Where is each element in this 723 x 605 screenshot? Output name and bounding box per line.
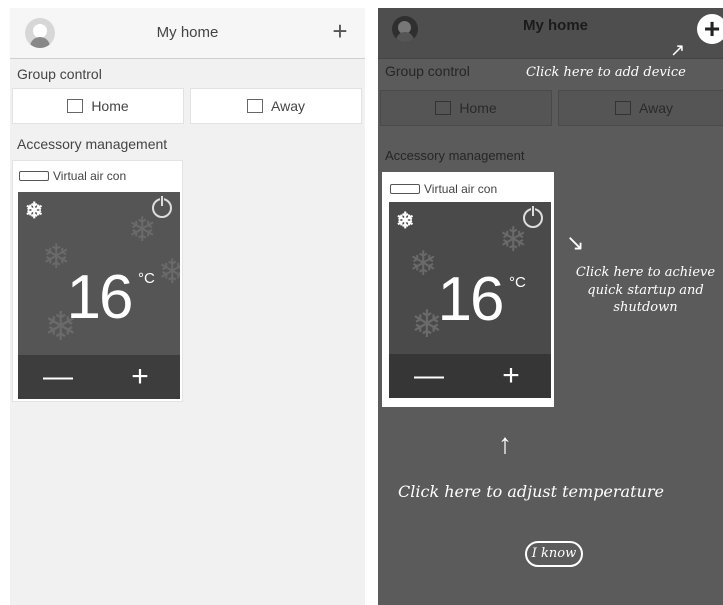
increase-temperature-button[interactable]: + xyxy=(120,355,160,399)
away-label: Away xyxy=(639,100,673,116)
device-card[interactable]: Virtual air con ❄ ❄ ❄ ❄ ❄ 16 °C — + xyxy=(12,160,183,402)
decrease-temperature-button[interactable]: — xyxy=(38,355,78,399)
home-icon xyxy=(67,99,84,113)
power-icon-bar xyxy=(161,196,163,206)
device-card[interactable]: Virtual air con ❄ ❄ ❄ ❄ 16 °C — + xyxy=(382,172,554,407)
guide-overlay-screen: My home + Group control Home Away Access… xyxy=(378,8,723,605)
group-control-label: Group control xyxy=(17,66,102,82)
home-button[interactable]: Home xyxy=(380,90,552,126)
plus-circle-icon[interactable]: + xyxy=(697,14,723,44)
power-hint-line: shutdown xyxy=(613,300,678,316)
home-icon xyxy=(435,101,452,115)
add-device-hint: Click here to add device xyxy=(526,65,686,80)
suitcase-icon xyxy=(615,101,631,115)
temperature-value: 16 xyxy=(437,265,505,334)
cooling-mode-icon[interactable]: ❄ xyxy=(25,198,43,224)
home-button[interactable]: Home xyxy=(12,88,184,124)
decrease-temperature-button[interactable]: — xyxy=(409,354,449,398)
device-control-area: ❄ ❄ ❄ ❄ 16 °C xyxy=(389,202,551,354)
device-name: Virtual air con xyxy=(424,182,498,196)
snowflake-decoration-icon: ❄ xyxy=(499,221,528,259)
home-label: Home xyxy=(459,100,497,116)
top-bar: My home + xyxy=(10,8,365,59)
away-button[interactable]: Away xyxy=(190,88,362,124)
snowflake-decoration-icon: ❄ xyxy=(128,211,157,249)
group-control-label: Group control xyxy=(385,63,470,79)
plus-icon[interactable]: + xyxy=(329,18,351,44)
arrow-up-icon: ↑ xyxy=(498,428,512,459)
power-hint: Click here to achieve quick startup and … xyxy=(558,264,723,317)
page-title: My home xyxy=(522,17,588,34)
device-title: Virtual air con xyxy=(19,169,126,183)
temperature-value: 16 xyxy=(66,263,134,332)
temperature-controls: — + xyxy=(18,355,180,399)
page-title: My home xyxy=(156,24,219,41)
suitcase-icon xyxy=(247,99,263,113)
power-icon-bar xyxy=(532,206,534,216)
main-screen: My home + Group control Home Away Access… xyxy=(10,8,365,605)
temperature-unit: °C xyxy=(509,274,526,291)
power-hint-line: quick startup and xyxy=(587,282,704,298)
away-button[interactable]: Away xyxy=(558,90,723,126)
device-title: Virtual air con xyxy=(390,182,497,196)
air-conditioner-icon xyxy=(390,184,420,194)
arrow-down-right-icon: ↘ xyxy=(566,230,585,255)
away-label: Away xyxy=(271,98,305,114)
air-conditioner-icon xyxy=(19,171,49,181)
power-hint-line: Click here to achieve xyxy=(575,265,716,280)
temperature-unit: °C xyxy=(138,270,155,287)
cooling-mode-icon[interactable]: ❄ xyxy=(396,208,414,234)
increase-temperature-button[interactable]: + xyxy=(491,354,531,398)
accessory-management-label: Accessory management xyxy=(385,148,525,163)
temperature-controls: — + xyxy=(389,354,551,398)
home-label: Home xyxy=(91,98,129,114)
device-control-area: ❄ ❄ ❄ ❄ ❄ 16 °C xyxy=(18,192,180,355)
power-icon[interactable] xyxy=(523,205,543,228)
device-name: Virtual air con xyxy=(53,169,127,183)
temperature-hint: Click here to adjust temperature xyxy=(398,482,664,501)
power-icon[interactable] xyxy=(152,195,172,218)
i-know-button[interactable]: I know xyxy=(525,541,583,567)
arrow-up-right-icon: ↗ xyxy=(670,40,686,60)
accessory-management-label: Accessory management xyxy=(17,136,168,152)
